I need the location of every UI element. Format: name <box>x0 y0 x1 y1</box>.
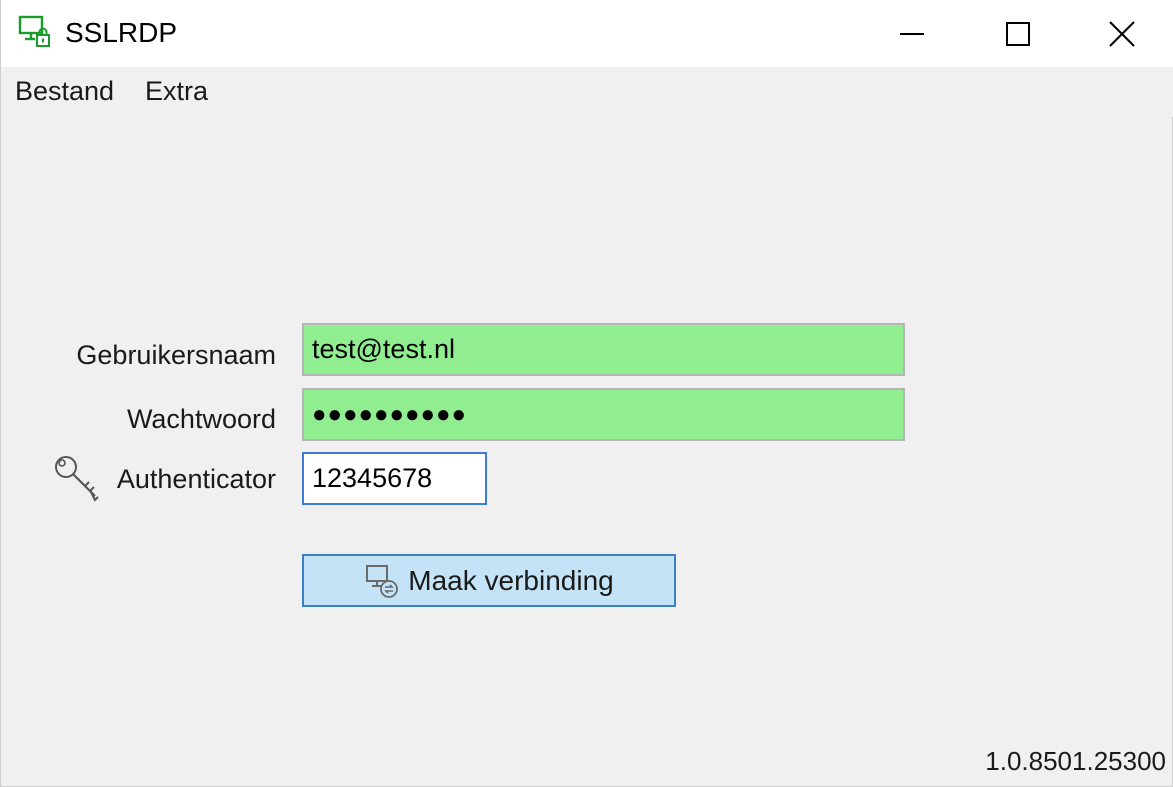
version-label: 1.0.8501.25300 <box>985 746 1166 776</box>
close-icon <box>1109 20 1135 47</box>
connect-button[interactable]: Maak verbinding <box>302 554 676 607</box>
minimize-icon <box>900 32 924 35</box>
app-window: SSLRDP Bestand Extra Gebruikersnaam Wach… <box>0 0 1173 787</box>
authenticator-label: Authenticator <box>116 464 276 494</box>
menu-bar: Bestand Extra <box>1 67 1173 117</box>
authenticator-field[interactable] <box>302 452 487 505</box>
menu-extra[interactable]: Extra <box>145 75 208 107</box>
window-title: SSLRDP <box>65 17 178 48</box>
maximize-icon <box>1006 21 1030 46</box>
remote-desktop-icon <box>366 564 399 598</box>
maximize-button[interactable] <box>965 0 1071 67</box>
monitor-lock-icon <box>18 15 50 47</box>
password-label: Wachtwoord <box>126 404 276 434</box>
username-field[interactable] <box>302 323 905 376</box>
menu-bestand[interactable]: Bestand <box>15 75 114 107</box>
username-label: Gebruikersnaam <box>76 340 276 370</box>
close-button[interactable] <box>1069 0 1173 67</box>
title-bar[interactable]: SSLRDP <box>1 0 1173 67</box>
connect-button-label: Maak verbinding <box>408 564 614 596</box>
key-icon <box>55 456 99 502</box>
password-field[interactable] <box>302 388 905 441</box>
minimize-button[interactable] <box>859 0 965 67</box>
